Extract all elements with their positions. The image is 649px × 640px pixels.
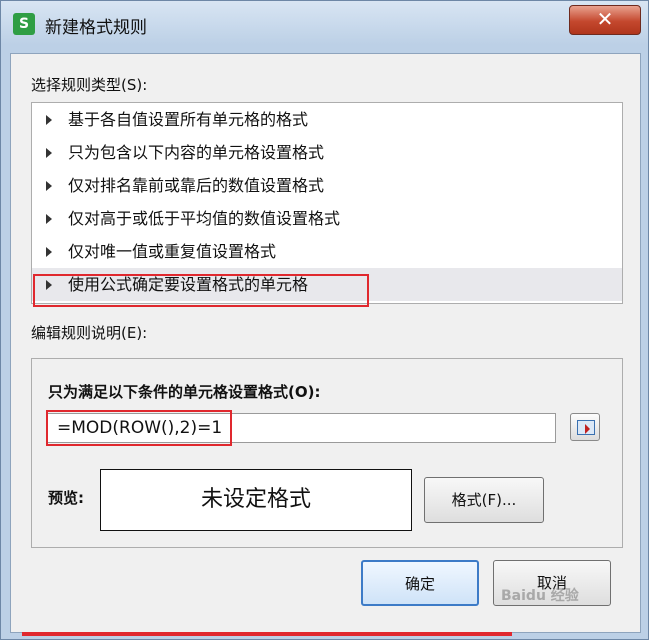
app-icon: S — [13, 13, 35, 35]
rule-type-item[interactable]: 基于各自值设置所有单元格的格式 — [32, 103, 622, 136]
rule-description-label: 编辑规则说明(E): — [31, 324, 148, 342]
format-button[interactable]: 格式(F)... — [424, 477, 544, 523]
rule-type-item[interactable]: 仅对高于或低于平均值的数值设置格式 — [32, 202, 622, 235]
expand-triangle-icon — [46, 181, 52, 191]
rule-type-label: 选择规则类型(S): — [31, 76, 148, 94]
highlight-strip — [22, 632, 512, 636]
expand-triangle-icon — [46, 148, 52, 158]
rule-type-item[interactable]: 仅对排名靠前或靠后的数值设置格式 — [32, 169, 622, 202]
arrow-icon — [585, 424, 590, 434]
expand-triangle-icon — [46, 115, 52, 125]
rule-type-item-label: 基于各自值设置所有单元格的格式 — [68, 110, 309, 129]
rule-type-item[interactable]: 只为包含以下内容的单元格设置格式 — [32, 136, 622, 169]
rule-type-item-label: 仅对排名靠前或靠后的数值设置格式 — [68, 176, 325, 195]
preview-label: 预览: — [48, 489, 84, 507]
watermark: Baidu 经验 — [501, 588, 579, 604]
expand-triangle-icon — [46, 247, 52, 257]
ok-button[interactable]: 确定 — [361, 560, 479, 606]
rule-type-item-label: 仅对唯一值或重复值设置格式 — [68, 242, 277, 261]
condition-label: 只为满足以下条件的单元格设置格式(O): — [48, 383, 321, 401]
highlight-box-formula — [46, 410, 232, 446]
expand-triangle-icon — [46, 214, 52, 224]
rule-description-group: 只为满足以下条件的单元格设置格式(O): 预览: 未设定格式 格式(F)... — [31, 358, 623, 548]
highlight-box-rule-type — [33, 274, 369, 307]
rule-type-item[interactable]: 仅对唯一值或重复值设置格式 — [32, 235, 622, 268]
new-format-rule-dialog: S 新建格式规则 ✕ 选择规则类型(S): 基于各自值设置所有单元格的格式 只为… — [0, 0, 649, 640]
range-select-button[interactable] — [570, 413, 600, 441]
preview-box: 未设定格式 — [100, 469, 412, 531]
rule-type-item-label: 只为包含以下内容的单元格设置格式 — [68, 143, 325, 162]
title-bar[interactable]: S 新建格式规则 ✕ — [1, 1, 648, 45]
dialog-title: 新建格式规则 — [45, 18, 147, 38]
close-button[interactable]: ✕ — [569, 5, 641, 35]
rule-type-item-label: 仅对高于或低于平均值的数值设置格式 — [68, 209, 341, 228]
dialog-body: 选择规则类型(S): 基于各自值设置所有单元格的格式 只为包含以下内容的单元格设… — [10, 53, 641, 633]
